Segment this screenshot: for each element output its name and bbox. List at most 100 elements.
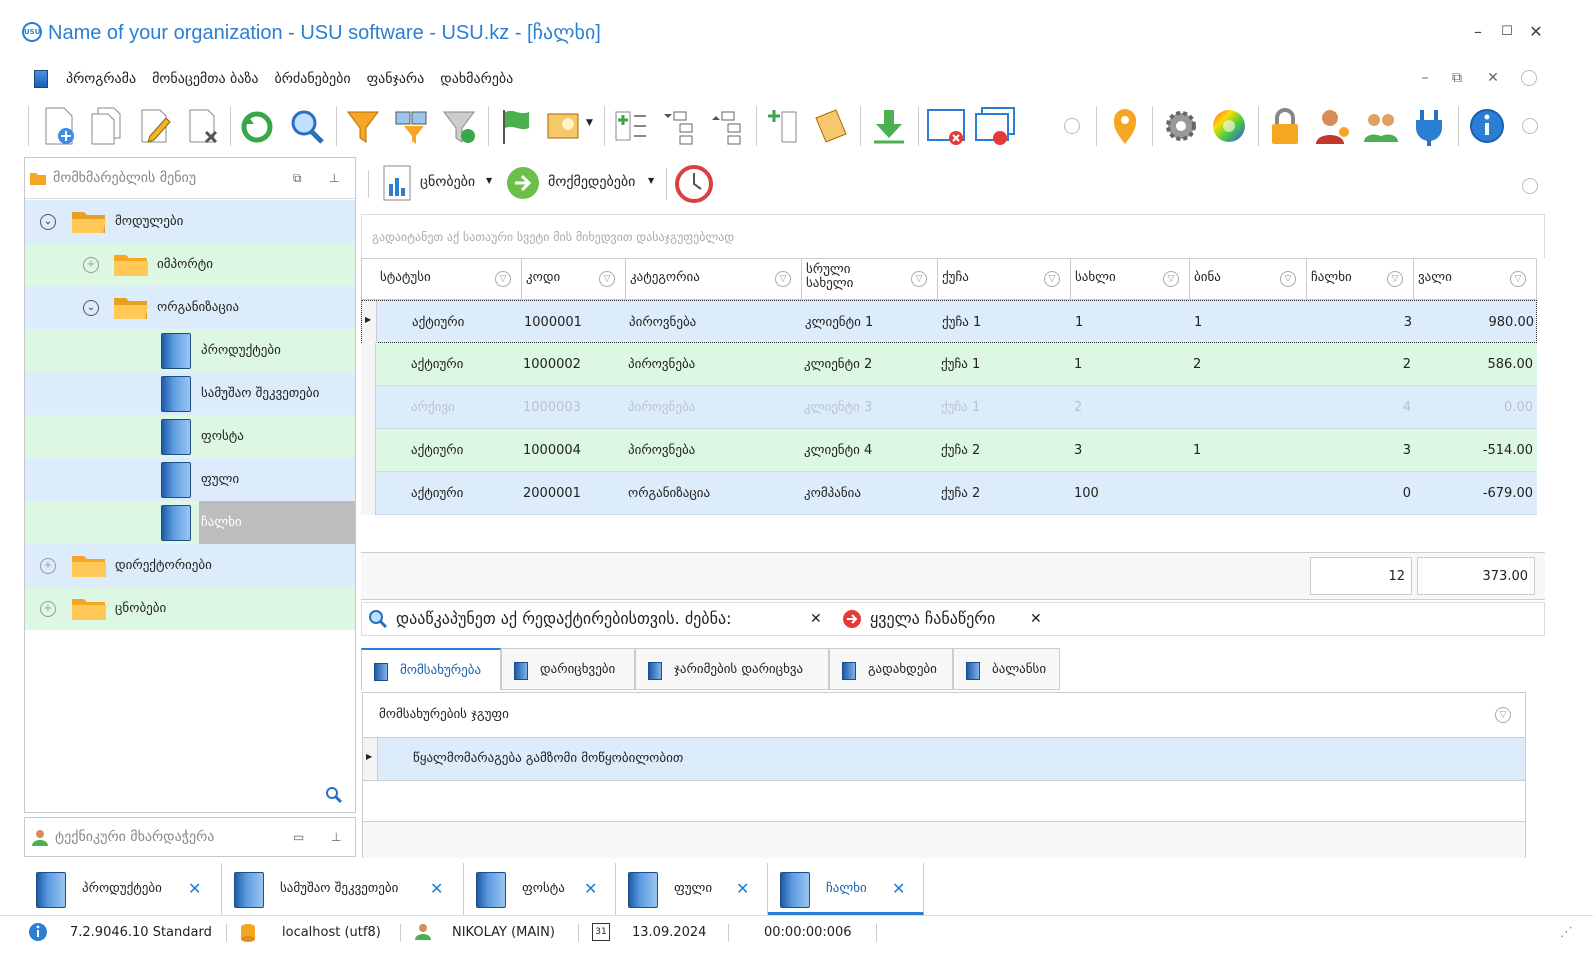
doc-tab-chalkhi[interactable]: ჩალხი ✕ xyxy=(768,863,924,915)
column-filter-icon[interactable]: ▽ xyxy=(1044,271,1060,287)
close-tab-button[interactable]: ✕ xyxy=(736,863,749,915)
tree-item-work-orders[interactable]: სამუშაო შეკვეთები xyxy=(25,372,355,415)
tree-item-modules[interactable]: ⌄ მოდულები xyxy=(25,200,355,243)
download-icon[interactable] xyxy=(870,106,908,146)
column-header-apartment[interactable]: ბინა ▽ xyxy=(1190,259,1307,299)
image-dropdown-icon[interactable]: ▼ xyxy=(586,118,593,128)
tab-balance[interactable]: ბალანსი xyxy=(953,648,1060,690)
search-icon[interactable] xyxy=(288,106,326,146)
expand-group-icon[interactable] xyxy=(612,106,650,146)
users-group-icon[interactable] xyxy=(1362,106,1400,146)
panel-pin-icon[interactable]: ⊥ xyxy=(329,158,339,198)
expand-icon[interactable]: + xyxy=(40,601,56,617)
table-row[interactable]: არქივი 1000003 პიროვნება კლიენტი 3 ქუჩა … xyxy=(361,386,1537,429)
column-header-debt[interactable]: ვალი ▽ xyxy=(1414,259,1536,299)
delete-record-icon[interactable] xyxy=(184,106,222,146)
flag-icon[interactable] xyxy=(496,106,534,146)
notes-icon[interactable] xyxy=(812,106,850,146)
row-indicator[interactable] xyxy=(361,472,376,515)
tree-item-products[interactable]: პროდუქტები xyxy=(25,329,355,372)
doc-tab-mail[interactable]: ფოსტა ✕ xyxy=(464,863,616,915)
tree-item-mail[interactable]: ფოსტა xyxy=(25,415,355,458)
row-indicator[interactable] xyxy=(361,429,376,472)
copy-icon[interactable] xyxy=(88,106,126,146)
all-records-filter[interactable]: ყველა ჩანაწერი xyxy=(870,603,995,635)
close-all-windows-icon[interactable] xyxy=(974,106,1016,146)
menu-commands[interactable]: ბრძანებები xyxy=(267,68,359,90)
column-filter-icon[interactable]: ▽ xyxy=(1387,271,1403,287)
all-records-clear-button[interactable]: ✕ xyxy=(1030,603,1042,635)
table-row[interactable]: აქტიური 1000004 პიროვნება კლიენტი 4 ქუჩა… xyxy=(361,429,1537,472)
tab-charges[interactable]: დარიცხვები xyxy=(501,648,635,690)
row-indicator[interactable]: ▶ xyxy=(362,301,377,344)
reports-dropdown-arrow-icon[interactable]: ▼ xyxy=(486,176,492,185)
clear-filter-icon[interactable] xyxy=(440,106,478,146)
column-filter-icon[interactable]: ▽ xyxy=(495,271,511,287)
timer-clock-icon[interactable] xyxy=(674,164,714,204)
column-filter-icon[interactable]: ▽ xyxy=(1280,271,1296,287)
column-header-status[interactable]: სტატუსი ▽ xyxy=(376,259,522,299)
actions-dropdown[interactable]: მოქმედებები xyxy=(548,174,635,190)
find-bar-text[interactable]: დააწკაპუნეთ აქ რედაქტირებისთვის. ძებნა: xyxy=(396,603,731,635)
tab-payments[interactable]: გადახდები xyxy=(829,648,953,690)
tree-item-reports[interactable]: + ცნობები xyxy=(25,587,355,630)
table-row[interactable]: ▶ წყალმომარაგება გამზომი მოწყობილობით xyxy=(363,738,1525,781)
color-palette-icon[interactable] xyxy=(1210,106,1248,146)
close-window-icon[interactable] xyxy=(926,106,968,146)
settings-gear-icon[interactable] xyxy=(1162,106,1200,146)
resize-grip-icon[interactable]: ⋰ xyxy=(1560,916,1573,950)
doc-tab-products[interactable]: პროდუქტები ✕ xyxy=(24,863,222,915)
tree-item-organization[interactable]: ⌄ ორგანიზაცია xyxy=(25,286,355,329)
panel-float-icon[interactable]: ⧉ xyxy=(293,158,302,198)
find-clear-button[interactable]: ✕ xyxy=(810,603,822,635)
close-tab-button[interactable]: ✕ xyxy=(430,863,443,915)
maximize-button[interactable]: ☐ xyxy=(1497,22,1517,42)
row-indicator[interactable] xyxy=(361,343,376,386)
plugin-icon[interactable] xyxy=(1410,106,1448,146)
close-tab-button[interactable]: ✕ xyxy=(188,863,201,915)
column-header-full-name[interactable]: სრული სახელი ▽ xyxy=(802,259,938,299)
location-icon[interactable] xyxy=(1106,106,1144,146)
tree-item-import[interactable]: + იმპორტი xyxy=(25,243,355,286)
doc-tab-work-orders[interactable]: სამუშაო შეკვეთები ✕ xyxy=(222,863,464,915)
column-filter-icon[interactable]: ▽ xyxy=(911,271,927,287)
user-key-icon[interactable] xyxy=(1314,106,1352,146)
filter-icon[interactable] xyxy=(344,106,382,146)
expand-icon[interactable]: + xyxy=(40,558,56,574)
collapse-icon[interactable]: ⌄ xyxy=(83,300,99,316)
edit-icon[interactable] xyxy=(136,106,174,146)
row-indicator[interactable] xyxy=(361,386,376,429)
refresh-icon[interactable] xyxy=(238,106,276,146)
table-row[interactable]: ▶ აქტიური 1000001 პიროვნება კლიენტი 1 ქუ… xyxy=(361,300,1537,344)
mdi-restore-button[interactable]: ⧉ xyxy=(1448,70,1466,88)
column-header-house[interactable]: სახლი ▽ xyxy=(1071,259,1190,299)
column-filter-icon[interactable]: ▽ xyxy=(599,271,615,287)
group-by-area[interactable]: გადაიტანეთ აქ სათაური სვეტი მის მიხედვით… xyxy=(361,214,1545,258)
minimize-button[interactable]: – xyxy=(1468,22,1488,42)
row-indicator[interactable]: ▶ xyxy=(363,738,378,780)
close-button[interactable]: ✕ xyxy=(1526,22,1546,42)
column-filter-icon[interactable]: ▽ xyxy=(1163,271,1179,287)
toolbar-overflow-icon[interactable] xyxy=(1522,118,1538,134)
menu-database[interactable]: მონაცემთა ბაზა xyxy=(144,68,266,90)
tree-down-icon[interactable] xyxy=(660,106,698,146)
close-tab-button[interactable]: ✕ xyxy=(584,863,597,915)
panel-search-icon[interactable] xyxy=(325,786,343,804)
tree-item-money[interactable]: ფული xyxy=(25,458,355,501)
image-icon[interactable] xyxy=(544,106,582,146)
column-header-street[interactable]: ქუჩა ▽ xyxy=(938,259,1071,299)
column-filter-icon[interactable]: ▽ xyxy=(775,271,791,287)
tech-support-panel[interactable]: ტექნიკური მხარდაჭერა ▭ ⊥ xyxy=(24,817,356,857)
table-row[interactable]: აქტიური 2000001 ორგანიზაცია კომპანია ქუჩ… xyxy=(361,472,1537,515)
panel-minimize-icon[interactable]: ▭ xyxy=(293,818,304,856)
menu-program[interactable]: პროგრამა xyxy=(58,68,144,90)
filter-fields-icon[interactable] xyxy=(392,106,430,146)
tab-penalty-charges[interactable]: ჯარიმების დარიცხვა xyxy=(635,648,829,690)
actions-play-icon[interactable] xyxy=(506,166,540,200)
menu-collapse-icon[interactable] xyxy=(1521,70,1537,86)
collapse-icon[interactable]: ⌄ xyxy=(40,214,56,230)
reports-dropdown[interactable]: ცნობები xyxy=(420,174,475,190)
panel-pin-icon[interactable]: ⊥ xyxy=(331,818,341,856)
column-filter-icon[interactable]: ▽ xyxy=(1495,707,1511,723)
add-record-icon[interactable] xyxy=(40,106,78,146)
